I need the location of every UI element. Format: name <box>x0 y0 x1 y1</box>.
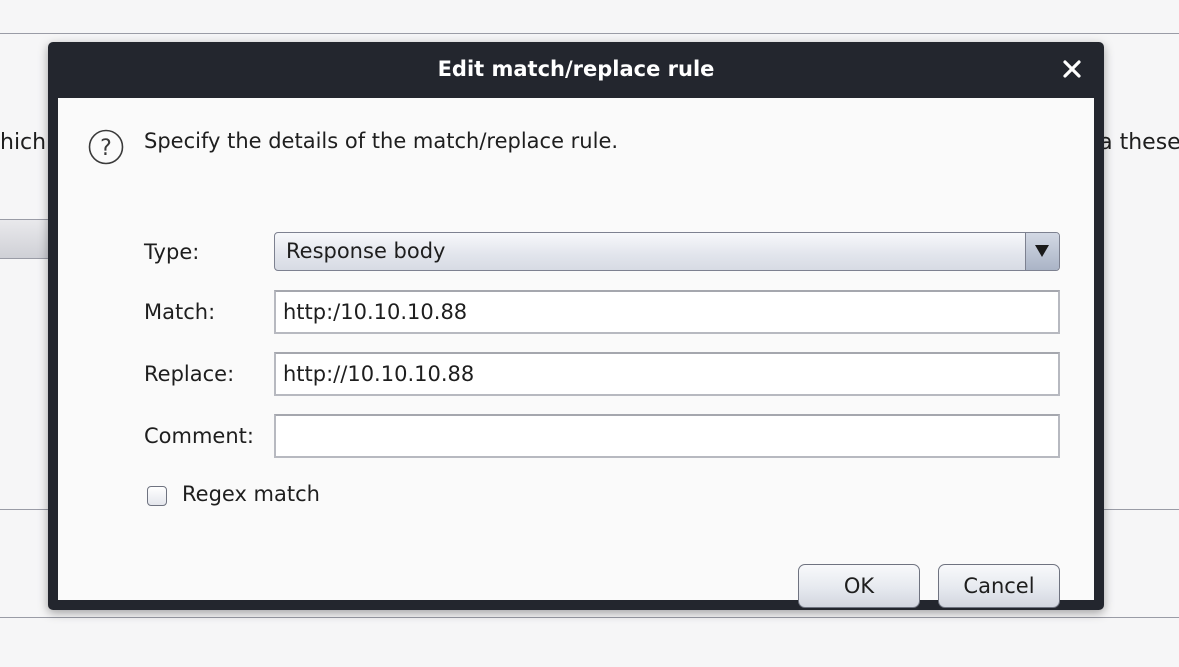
regex-match-checkbox[interactable] <box>147 486 167 506</box>
question-icon: ? <box>87 128 125 166</box>
comment-label: Comment: <box>144 424 254 448</box>
type-dropdown[interactable]: Response body <box>274 232 1060 271</box>
background-divider-bottom <box>0 617 1179 618</box>
background-text-right: ia these <box>1093 130 1179 155</box>
cancel-button[interactable]: Cancel <box>938 564 1060 608</box>
type-dropdown-value: Response body <box>286 239 446 263</box>
edit-rule-dialog: Edit match/replace rule ? Specify the de… <box>48 42 1104 610</box>
match-label: Match: <box>144 300 216 324</box>
close-icon[interactable] <box>1058 55 1086 83</box>
regex-match-label: Regex match <box>182 482 320 506</box>
replace-input[interactable] <box>274 352 1060 396</box>
dialog-titlebar[interactable]: Edit match/replace rule <box>48 42 1104 98</box>
comment-input[interactable] <box>274 414 1060 458</box>
background-divider-top <box>0 33 1179 34</box>
dialog-body: ? Specify the details of the match/repla… <box>58 98 1094 608</box>
replace-label: Replace: <box>144 362 235 386</box>
dropdown-arrow-icon[interactable] <box>1025 233 1059 270</box>
background-text-left: hich <box>0 130 47 155</box>
type-label: Type: <box>144 240 200 264</box>
dialog-message: Specify the details of the match/replace… <box>144 129 619 153</box>
ok-button[interactable]: OK <box>798 564 920 608</box>
svg-text:?: ? <box>100 136 112 161</box>
dialog-title: Edit match/replace rule <box>437 57 715 81</box>
match-input[interactable] <box>274 290 1060 334</box>
